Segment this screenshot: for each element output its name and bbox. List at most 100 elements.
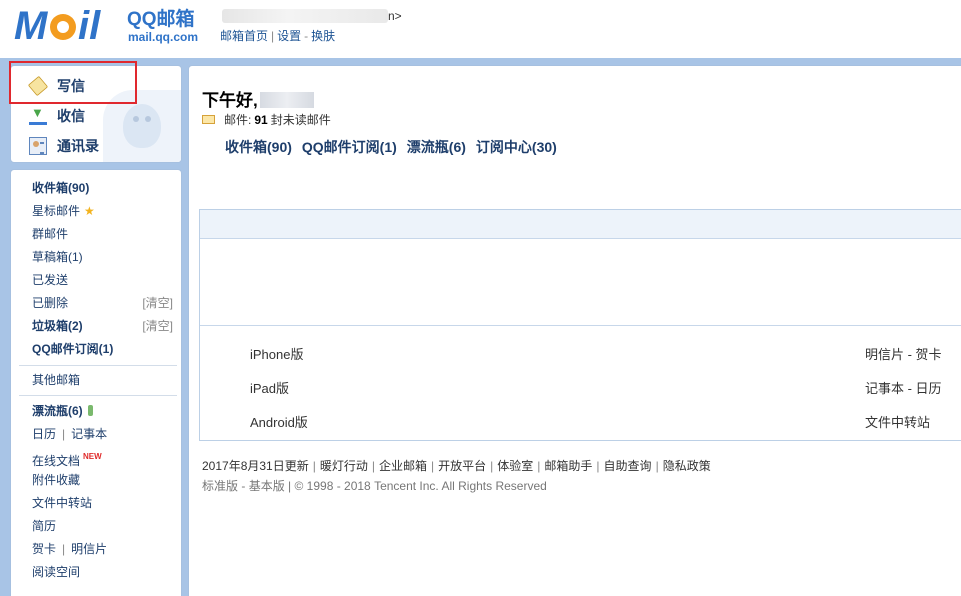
folder-panel: 收件箱(90) 星标邮件 ★ 群邮件 草稿箱(1) 已发送 已删除 [清空] 垃圾… [10,169,182,596]
logo-o-icon [50,14,76,40]
divider [19,395,177,396]
main-content: 下午好, 邮件: 91 封未读邮件 收件箱(90) QQ邮件订阅(1) 漂流瓶(6)… [188,65,961,596]
app-drift-bottle[interactable]: 漂流瓶(6) [32,403,93,419]
download-ipad[interactable]: iPad版 [250,378,289,397]
drift-bottle-label: 漂流瓶(6) [32,404,83,418]
separator: | [431,459,435,473]
contacts-label: 通讯录 [57,138,99,154]
separator: | [271,29,275,43]
footer-mail-assistant[interactable]: 邮箱助手 [544,459,592,473]
link-settings[interactable]: 设置 [277,29,301,43]
quick-link-drift-bottle[interactable]: 漂流瓶(6) [407,139,466,155]
footer-update-date[interactable]: 2017年8月31日更新 [202,459,309,473]
folder-sent[interactable]: 已发送 [32,272,68,288]
folder-starred-label: 星标邮件 [32,204,81,218]
separator: | [62,542,66,556]
app-file-transfer[interactable]: 文件中转站 [32,495,92,511]
app-calendar-notes: 日历 | 记事本 [32,426,107,442]
qq-mail-logo[interactable]: M il QQ邮箱 mail.qq.com [14,6,204,46]
new-badge: NEW [83,452,102,461]
inbox-icon [29,105,47,125]
folder-group[interactable]: 群邮件 [32,226,68,242]
folder-spam[interactable]: 垃圾箱(2) [32,318,83,334]
separator: | [655,459,659,473]
separator: | [490,459,494,473]
copyright: © 1998 - 2018 Tencent Inc. All Rights Re… [294,479,547,493]
download-android[interactable]: Android版 [250,412,308,431]
download-iphone[interactable]: iPhone版 [250,344,303,363]
logo-brand-name: QQ邮箱 [127,9,195,30]
app-cards: 贺卡 | 明信片 [32,541,107,557]
account-suffix: n> [388,8,402,23]
unread-suffix: 封未读邮件 [270,113,331,127]
link-postcard-greeting[interactable]: 明信片 - 贺卡 [865,344,942,363]
app-resume[interactable]: 简历 [32,518,56,534]
footer-open-platform[interactable]: 开放平台 [438,459,486,473]
separator: - [304,29,309,43]
divider [19,365,177,366]
link-change-skin[interactable]: 换肤 [311,29,335,43]
envelope-icon [202,115,215,124]
quick-links: 收件箱(90) QQ邮件订阅(1) 漂流瓶(6) 订阅中心(30) [225,137,567,157]
footer-copyright-line: 标准版 - 基本版 | © 1998 - 2018 Tencent Inc. A… [202,479,547,493]
footer-lab[interactable]: 体验室 [497,459,533,473]
mail-label: 邮件: [224,113,252,127]
folder-starred[interactable]: 星标邮件 ★ [32,203,95,219]
clear-deleted-button[interactable]: [清空] [142,295,173,311]
separator: | [62,427,66,441]
link-file-transfer[interactable]: 文件中转站 [865,412,930,431]
quick-link-inbox[interactable]: 收件箱(90) [225,139,292,155]
top-links: 邮箱首页 | 设置 - 换肤 [220,27,335,44]
receive-label: 收信 [57,108,85,124]
online-docs-label: 在线文档 [32,454,81,468]
folder-drafts[interactable]: 草稿箱(1) [32,249,83,265]
clear-spam-button[interactable]: [清空] [142,318,173,334]
contacts-button[interactable]: 通讯录 [29,135,99,157]
greeting-text: 下午好, [202,91,258,110]
folder-deleted[interactable]: 已删除 [32,295,68,311]
quick-link-subscription[interactable]: QQ邮件订阅(1) [302,139,397,155]
separator: | [596,459,600,473]
logo-letters-il: il [78,4,101,48]
app-notes[interactable]: 记事本 [71,427,107,441]
username-redacted [259,92,314,108]
app-greeting-card[interactable]: 贺卡 [32,542,56,556]
footer-warm-light[interactable]: 暖灯行动 [320,459,368,473]
app-calendar[interactable]: 日历 [32,427,56,441]
app-reading-space[interactable]: 阅读空间 [32,564,80,580]
folder-inbox[interactable]: 收件箱(90) [32,180,89,196]
receive-button[interactable]: 收信 [29,105,85,127]
promo-box-body [200,239,961,326]
footer-enterprise-mail[interactable]: 企业邮箱 [379,459,427,473]
promo-box: iPhone版 iPad版 Android版 明信片 - 贺卡 记事本 - 日历… [199,209,961,441]
promo-box-header [200,210,961,239]
folder-subscription[interactable]: QQ邮件订阅(1) [32,341,113,357]
account-redacted [222,8,388,23]
greeting: 下午好, [202,86,314,111]
mail-summary: 邮件: 91 封未读邮件 [202,111,331,128]
logo-letter-m: M [14,4,48,48]
quick-link-subscription-center[interactable]: 订阅中心(30) [476,139,557,155]
folder-other-mailbox[interactable]: 其他邮箱 [32,372,80,388]
version-basic[interactable]: 基本版 [249,479,285,493]
unread-count[interactable]: 91 [254,113,267,127]
separator: | [312,459,316,473]
app-postcard[interactable]: 明信片 [71,542,107,556]
separator: | [371,459,375,473]
header: M il QQ邮箱 mail.qq.com n> 邮箱首页 | 设置 - 换肤 [0,0,961,58]
logo-url: mail.qq.com [128,30,199,44]
link-mail-home[interactable]: 邮箱首页 [220,29,268,43]
app-attachments[interactable]: 附件收藏 [32,472,80,488]
app-online-docs[interactable]: 在线文档 NEW [32,449,102,469]
star-icon: ★ [84,204,95,218]
separator: | [537,459,541,473]
footer-self-service[interactable]: 自助查询 [604,459,652,473]
footer-privacy[interactable]: 隐私政策 [663,459,711,473]
version-standard[interactable]: 标准版 [202,479,238,493]
contacts-icon [29,137,47,155]
account-name: n> [222,8,402,24]
compose-highlight [9,61,137,104]
bottle-icon [87,405,93,416]
link-notes-calendar[interactable]: 记事本 - 日历 [865,378,942,397]
footer-links: 2017年8月31日更新 | 暖灯行动 | 企业邮箱 | 开放平台 | 体验室 | 邮箱助手 | 自助查… [202,457,711,474]
